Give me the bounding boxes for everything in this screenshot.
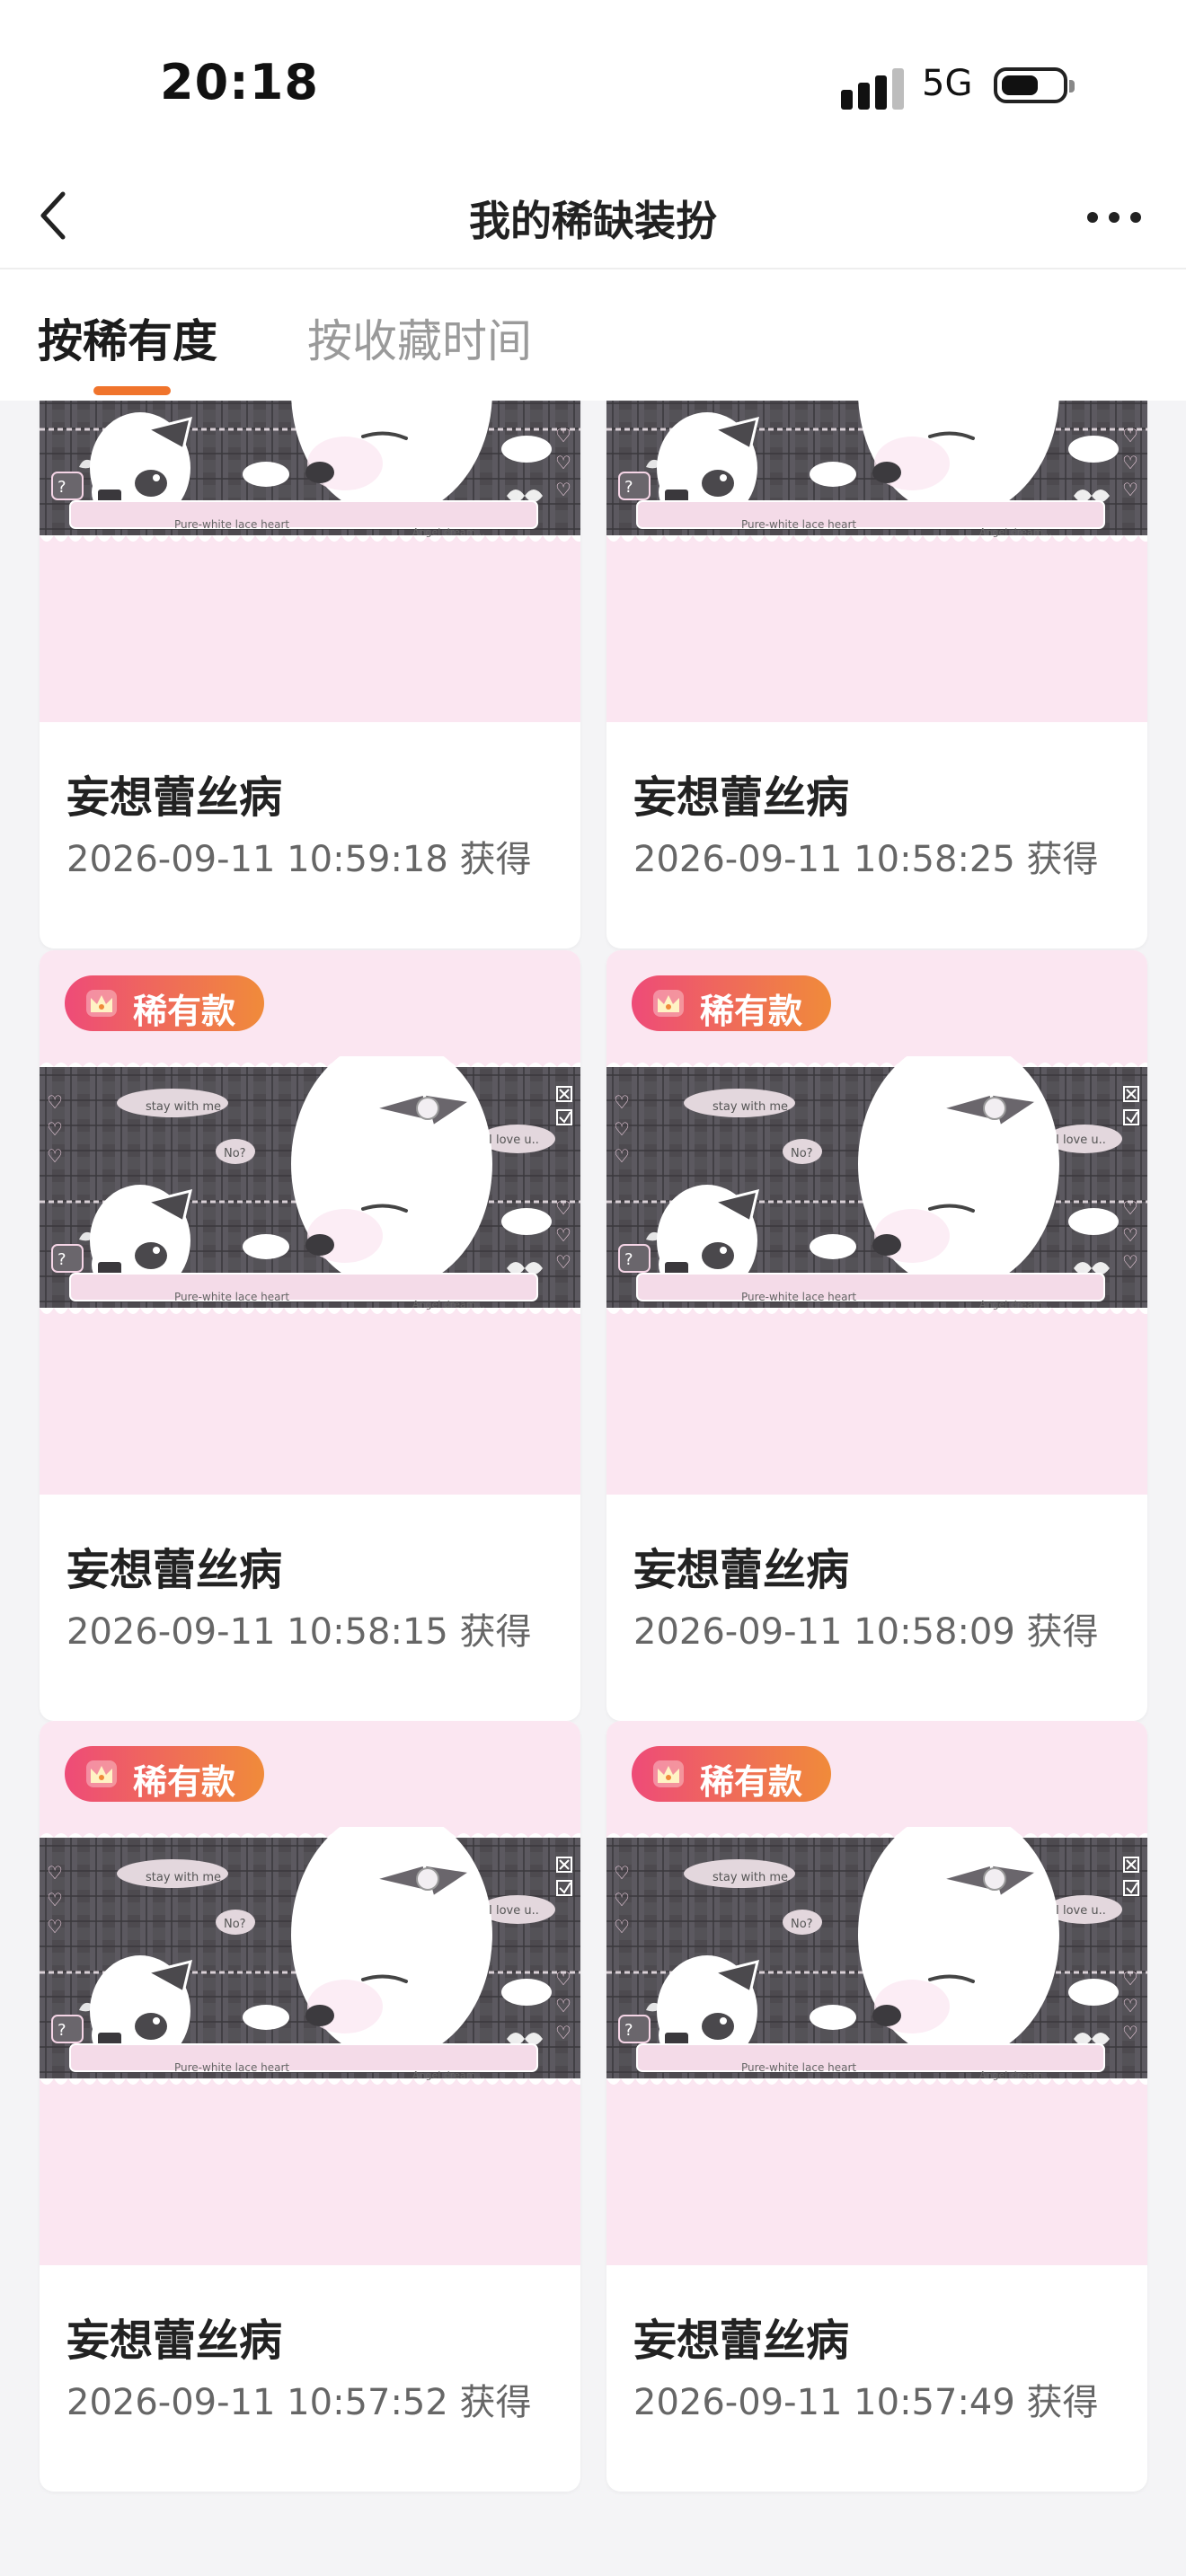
item-date: 2026-09-11 10:58:09 获得 <box>633 1611 1099 1653</box>
card-preview: stay with me No? I love u.. Pure-white l… <box>40 401 580 722</box>
banner-image: stay with me No? I love u.. Pure-white l… <box>606 1827 1147 2107</box>
more-horizontal-icon <box>1087 212 1098 223</box>
crown-icon <box>653 990 684 1017</box>
card-preview: stay with me No? I love u.. Pure-white l… <box>606 1721 1147 2265</box>
banner-image: stay with me No? I love u.. Pure-white l… <box>40 1056 580 1337</box>
banner-image: stay with me No? I love u.. Pure-white l… <box>606 1056 1147 1337</box>
item-name: 妄想蕾丝病 <box>633 1545 850 1595</box>
sort-tabs: 按稀有度 按收藏时间 <box>0 269 1186 401</box>
rare-badge: 稀有款 <box>65 1746 264 1802</box>
more-button[interactable] <box>1080 185 1152 248</box>
svg-text:No?: No? <box>224 1918 246 1931</box>
svg-text:Pure-white lace heart: Pure-white lace heart <box>741 1291 856 1303</box>
item-name: 妄想蕾丝病 <box>66 772 283 823</box>
tab-by-rarity[interactable]: 按稀有度 <box>38 305 217 370</box>
item-card[interactable]: stay with me No? I love u.. Pure-white l… <box>606 950 1147 1721</box>
item-date: 2026-09-11 10:58:15 获得 <box>66 1611 532 1653</box>
item-name: 妄想蕾丝病 <box>66 1545 283 1595</box>
rare-badge: 稀有款 <box>632 1746 831 1802</box>
item-card[interactable]: stay with me No? I love u.. Pure-white l… <box>40 1721 580 2492</box>
network-type: 5G <box>922 63 973 104</box>
svg-text:Angel dream...: Angel dream... <box>979 1299 1052 1310</box>
svg-text:Pure-white lace heart: Pure-white lace heart <box>174 1291 289 1303</box>
svg-text:stay with me: stay with me <box>712 1100 788 1114</box>
svg-text:Angel dream...: Angel dream... <box>412 2069 485 2081</box>
rare-badge-label: 稀有款 <box>700 1762 803 1802</box>
item-name: 妄想蕾丝病 <box>66 2316 283 2366</box>
svg-text:I love u..: I love u.. <box>1056 1904 1106 1918</box>
rare-badge-label: 稀有款 <box>700 992 803 1031</box>
status-time: 20:18 <box>160 54 319 110</box>
nav-bar: 我的稀缺装扮 <box>0 162 1186 269</box>
card-preview: stay with me No? I love u.. Pure-white l… <box>606 401 1147 722</box>
svg-text:Pure-white lace heart: Pure-white lace heart <box>174 2061 289 2074</box>
svg-text:stay with me: stay with me <box>146 1100 221 1114</box>
rare-badge-label: 稀有款 <box>133 992 236 1031</box>
svg-text:Angel dream...: Angel dream... <box>979 2069 1052 2081</box>
card-preview: stay with me No? I love u.. Pure-white l… <box>40 1721 580 2265</box>
svg-text:Pure-white lace heart: Pure-white lace heart <box>174 518 289 531</box>
banner-image: stay with me No? I love u.. Pure-white l… <box>606 401 1147 564</box>
card-preview: stay with me No? I love u.. Pure-white l… <box>606 950 1147 1495</box>
svg-text:I love u..: I love u.. <box>489 1904 539 1918</box>
svg-text:Angel dream...: Angel dream... <box>412 1299 485 1310</box>
item-card[interactable]: stay with me No? I love u.. Pure-white l… <box>40 401 580 948</box>
svg-text:Angel dream...: Angel dream... <box>979 526 1052 538</box>
item-card[interactable]: stay with me No? I love u.. Pure-white l… <box>606 1721 1147 2492</box>
svg-text:Angel dream...: Angel dream... <box>412 526 485 538</box>
tab-active-indicator <box>93 386 171 395</box>
item-card[interactable]: stay with me No? I love u.. Pure-white l… <box>40 950 580 1721</box>
svg-text:I love u..: I love u.. <box>1056 1134 1106 1147</box>
item-date: 2026-09-11 10:58:25 获得 <box>633 839 1099 880</box>
status-bar: 20:18 5G <box>0 0 1186 162</box>
item-grid: stay with me No? I love u.. Pure-white l… <box>0 401 1186 2576</box>
svg-text:Pure-white lace heart: Pure-white lace heart <box>741 2061 856 2074</box>
crown-icon <box>86 1760 117 1787</box>
svg-text:stay with me: stay with me <box>146 1871 221 1884</box>
rare-badge: 稀有款 <box>632 975 831 1031</box>
banner-image: stay with me No? I love u.. Pure-white l… <box>40 1827 580 2107</box>
svg-text:Pure-white lace heart: Pure-white lace heart <box>741 518 856 531</box>
item-card[interactable]: stay with me No? I love u.. Pure-white l… <box>606 401 1147 948</box>
banner-image: stay with me No? I love u.. Pure-white l… <box>40 401 580 564</box>
tab-by-collect-time[interactable]: 按收藏时间 <box>307 305 532 370</box>
battery-icon <box>994 67 1075 103</box>
svg-text:stay with me: stay with me <box>712 1871 788 1884</box>
crown-icon <box>86 990 117 1017</box>
item-name: 妄想蕾丝病 <box>633 772 850 823</box>
rare-badge: 稀有款 <box>65 975 264 1031</box>
item-date: 2026-09-11 10:57:52 获得 <box>66 2382 532 2423</box>
page-title: 我的稀缺装扮 <box>469 197 717 245</box>
svg-text:No?: No? <box>791 1147 813 1160</box>
cellular-signal-icon <box>841 65 929 110</box>
card-preview: stay with me No? I love u.. Pure-white l… <box>40 950 580 1495</box>
svg-text:No?: No? <box>224 1147 246 1160</box>
svg-text:I love u..: I love u.. <box>489 1134 539 1147</box>
item-name: 妄想蕾丝病 <box>633 2316 850 2366</box>
svg-text:No?: No? <box>791 1918 813 1931</box>
crown-icon <box>653 1760 684 1787</box>
item-date: 2026-09-11 10:59:18 获得 <box>66 839 532 880</box>
rare-badge-label: 稀有款 <box>133 1762 236 1802</box>
item-date: 2026-09-11 10:57:49 获得 <box>633 2382 1099 2423</box>
